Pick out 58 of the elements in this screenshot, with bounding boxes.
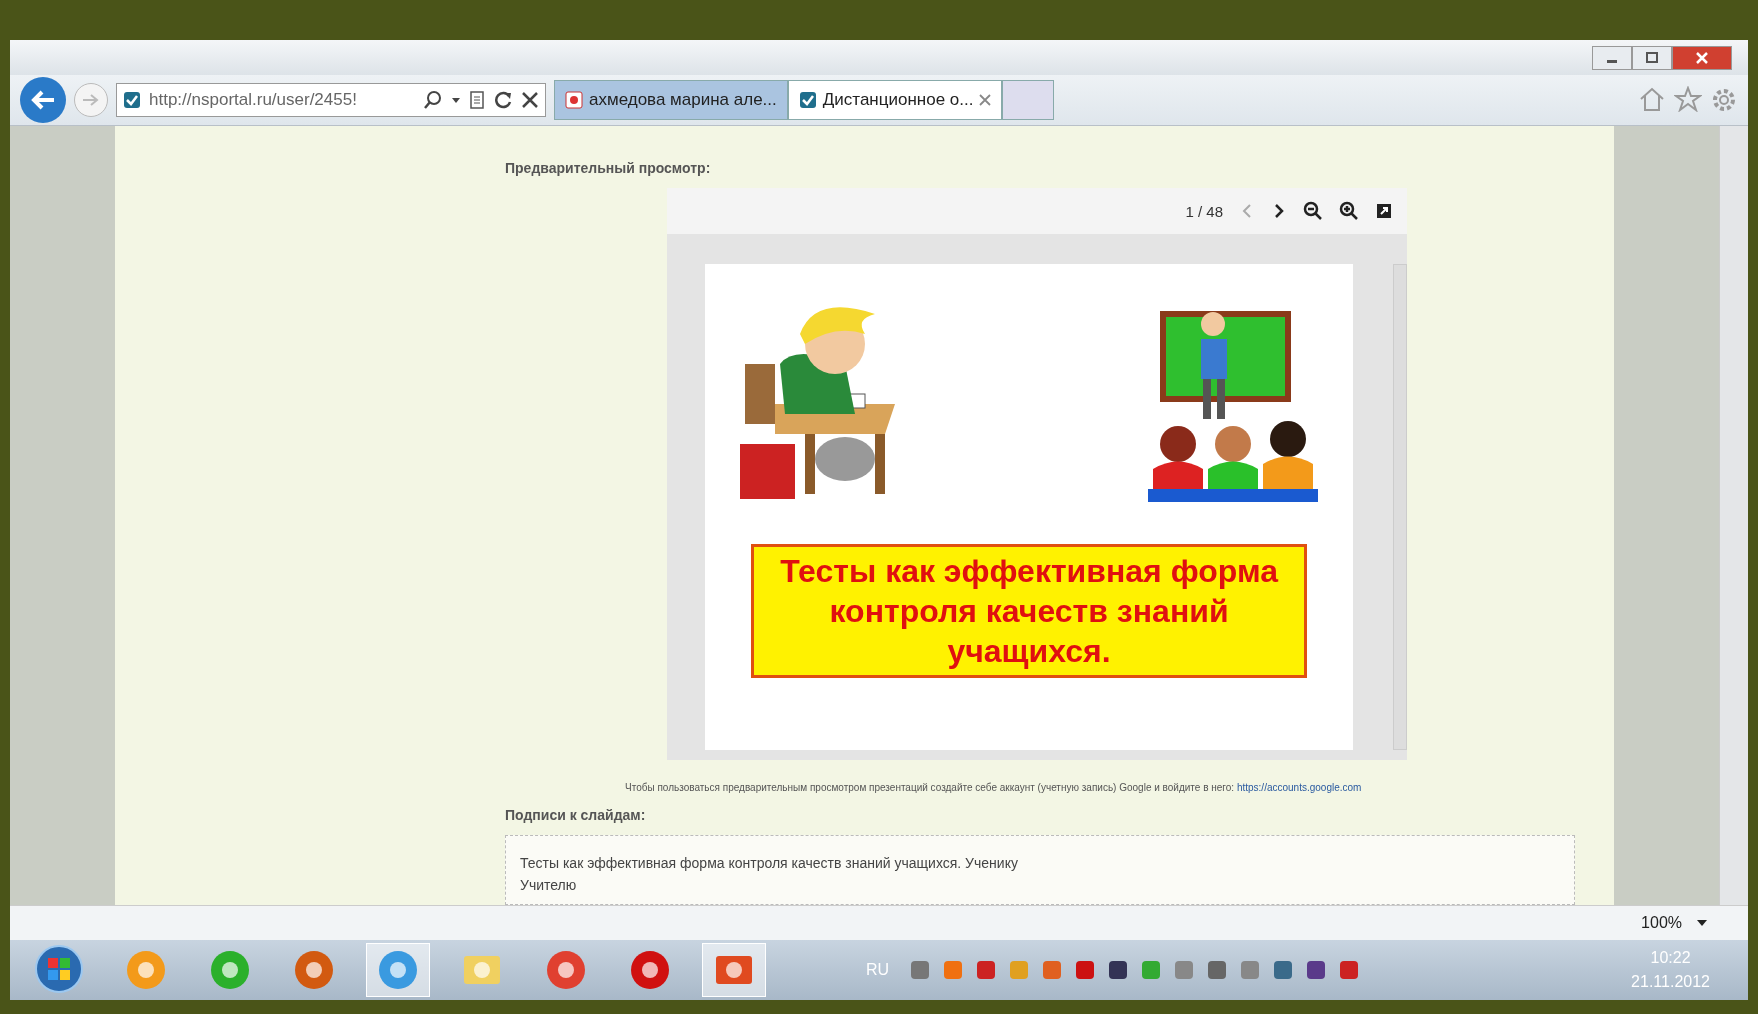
taskbar-app-icon[interactable]	[366, 943, 430, 997]
app-icon	[376, 948, 420, 992]
tray-icon[interactable]	[1338, 959, 1361, 981]
back-button[interactable]	[20, 77, 66, 123]
accounts-link[interactable]: https://accounts.google.com	[1236, 782, 1362, 793]
settings-icon[interactable]	[1710, 86, 1738, 114]
zoom-level[interactable]: 100%	[1641, 914, 1682, 932]
zoom-in-icon[interactable]	[1339, 201, 1359, 221]
star-icon[interactable]	[1674, 86, 1702, 112]
tray-icon[interactable]	[1305, 959, 1328, 981]
browser-tab[interactable]: Дистанционное о...	[787, 80, 1003, 120]
maximize-button[interactable]	[1632, 45, 1672, 70]
section-label: Подписи к слайдам:	[505, 807, 647, 823]
refresh-icon[interactable]	[493, 90, 513, 110]
forward-arrow-icon	[81, 92, 101, 108]
dropdown-caret-icon[interactable]	[451, 96, 461, 104]
tray-icon[interactable]	[1206, 959, 1229, 981]
app-icon	[124, 948, 168, 992]
caption-line: Тесты как эффективная форма контроля качеств знаний учащихся. Ученику	[520, 854, 1019, 873]
popout-icon[interactable]	[1375, 202, 1393, 220]
page-counter: 1 / 48	[1185, 202, 1223, 220]
address-bar[interactable]: http://nsportal.ru/user/2455!	[116, 83, 546, 117]
home-icon[interactable]	[1638, 86, 1666, 112]
url-text: http://nsportal.ru/user/2455!	[149, 90, 358, 110]
app-icon	[208, 948, 252, 992]
app-icon	[292, 948, 336, 992]
close-icon[interactable]	[521, 91, 539, 109]
taskbar-app-icon[interactable]	[702, 943, 766, 997]
close-button[interactable]	[1672, 45, 1732, 70]
zoom-out-icon[interactable]	[1303, 201, 1323, 221]
notice-text: Чтобы пользоваться предварительным просмотром презентаций создайте себе аккаунт (учетную запись) Google и войдите в него:	[625, 782, 1235, 793]
time-text: 10:22	[1650, 948, 1691, 968]
windows-logo-icon	[34, 943, 84, 994]
checkbox-favicon-icon	[798, 91, 817, 109]
tray-icon[interactable]	[1074, 959, 1097, 981]
new-tab-button[interactable]	[1002, 80, 1055, 120]
back-arrow-icon	[30, 89, 56, 111]
date-text: 21.11.2012	[1631, 972, 1710, 992]
browser-tab[interactable]: ахмедова марина але...	[554, 80, 788, 120]
scrollbar[interactable]	[1393, 264, 1407, 750]
tray-icon[interactable]	[1107, 959, 1130, 981]
caption-line: Учителю	[520, 876, 578, 895]
tray-icon[interactable]	[1272, 959, 1295, 981]
tray-icon[interactable]	[975, 959, 998, 981]
tab-close-icon[interactable]	[979, 94, 992, 106]
app-icon	[628, 948, 672, 992]
search-icon[interactable]	[423, 90, 443, 110]
close-icon	[1694, 50, 1710, 65]
app-icon	[544, 948, 588, 992]
slide-title: Тесты как эффективная форма контроля качеств знаний учащихся.	[751, 544, 1308, 678]
minimize-icon	[1607, 60, 1617, 63]
checkbox-favicon-icon	[123, 91, 141, 109]
dropdown-caret-icon[interactable]	[1696, 919, 1708, 927]
page-scrollbar[interactable]	[1719, 126, 1748, 905]
maximize-icon	[1644, 50, 1660, 65]
section-label: Предварительный просмотр:	[505, 160, 712, 176]
minimize-button[interactable]	[1592, 45, 1632, 70]
page-icon[interactable]	[469, 90, 485, 110]
